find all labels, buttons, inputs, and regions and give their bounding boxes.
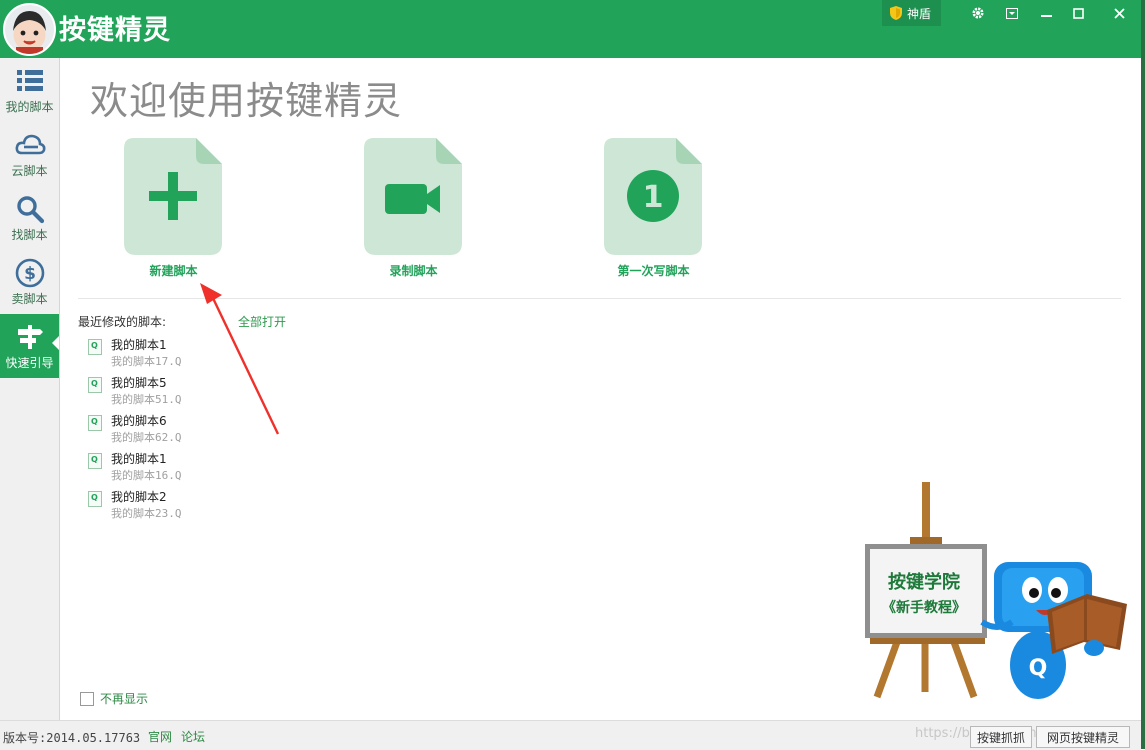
shield-label: 神盾 xyxy=(907,6,932,21)
cloud-icon xyxy=(15,134,45,155)
record-script-card[interactable]: 录制脚本 xyxy=(360,138,540,288)
script-filename: 我的脚本17.Q xyxy=(111,355,182,368)
number-one-icon: 1 xyxy=(627,170,679,222)
annotation-arrow xyxy=(200,283,280,435)
sidebar-item-label: 卖脚本 xyxy=(11,292,48,306)
card-label: 录制脚本 xyxy=(389,264,438,278)
script-name: 我的脚本1 xyxy=(111,452,167,466)
title-bar: 按键精灵 神盾 xyxy=(0,0,1141,58)
maximize-button[interactable] xyxy=(1063,0,1093,26)
close-button[interactable] xyxy=(1104,0,1134,26)
settings-button[interactable] xyxy=(963,0,993,26)
sidebar-item-quick-guide[interactable]: 快速引导 xyxy=(0,314,59,378)
search-icon xyxy=(16,196,44,224)
active-indicator xyxy=(52,336,59,350)
document-icon: 1 xyxy=(604,138,702,255)
script-file-icon: Q xyxy=(88,453,102,469)
shield-button[interactable]: 神盾 xyxy=(882,0,942,26)
new-script-card[interactable]: 新建脚本 xyxy=(120,138,300,288)
close-icon xyxy=(1113,7,1125,19)
list-icon xyxy=(16,70,43,91)
script-filename: 我的脚本16.Q xyxy=(111,469,182,482)
svg-text:$: $ xyxy=(24,264,36,284)
dont-show-checkbox[interactable] xyxy=(80,691,94,706)
script-filename: 我的脚本62.Q xyxy=(111,431,182,444)
sidebar-item-find-scripts[interactable]: 找脚本 xyxy=(0,186,59,250)
card-label: 第一次写脚本 xyxy=(617,264,690,278)
script-file-icon: Q xyxy=(88,339,102,355)
user-avatar[interactable] xyxy=(3,3,56,56)
academy-subtitle: 《新手教程》 xyxy=(882,599,966,616)
sidebar-item-label: 快速引导 xyxy=(5,356,54,370)
script-file-icon: Q xyxy=(88,415,102,431)
dont-show-again[interactable]: 不再显示 xyxy=(80,690,148,707)
document-icon xyxy=(364,138,462,255)
dont-show-label: 不再显示 xyxy=(100,692,149,706)
first-script-card[interactable]: 1 第一次写脚本 xyxy=(600,138,780,288)
sidebar-item-label: 找脚本 xyxy=(11,228,48,242)
script-file-icon: Q xyxy=(88,377,102,393)
sidebar-item-my-scripts[interactable]: 我的脚本 xyxy=(0,58,59,122)
script-name: 我的脚本1 xyxy=(111,338,167,352)
gear-icon xyxy=(972,7,984,19)
web-macro-button[interactable]: 网页按键精灵 xyxy=(1036,726,1130,748)
key-capture-button[interactable]: 按键抓抓 xyxy=(970,726,1032,748)
academy-title: 按键学院 xyxy=(888,571,960,593)
shield-icon xyxy=(890,6,902,20)
app-title: 按键精灵 xyxy=(59,15,171,46)
script-file-icon: Q xyxy=(88,491,102,507)
dropdown-menu-icon xyxy=(1006,7,1018,19)
minimize-icon xyxy=(1040,14,1052,17)
svg-text:1: 1 xyxy=(643,180,664,215)
status-bar: 版本号:2014.05.17763 官网 论坛 https://blog.csd… xyxy=(0,720,1141,750)
window-edge xyxy=(1141,0,1145,749)
document-icon xyxy=(124,138,222,255)
recent-scripts-title: 最近修改的脚本: xyxy=(78,315,167,329)
dollar-icon: $ xyxy=(15,258,44,288)
official-site-link[interactable]: 官网 xyxy=(148,728,172,745)
sidebar-item-sell-scripts[interactable]: $ 卖脚本 xyxy=(0,250,59,314)
menu-button[interactable] xyxy=(997,0,1027,26)
version-label: 版本号:2014.05.17763 xyxy=(3,731,141,745)
signpost-icon xyxy=(17,325,43,349)
sidebar-item-label: 云脚本 xyxy=(11,164,48,178)
forum-link[interactable]: 论坛 xyxy=(181,728,205,745)
mascot-letter: Q xyxy=(1029,656,1048,681)
card-label: 新建脚本 xyxy=(149,264,198,278)
sidebar: 我的脚本 云脚本 找脚本 $ 卖脚本 快速引导 xyxy=(0,58,60,720)
sidebar-item-label: 我的脚本 xyxy=(5,100,54,114)
script-name: 我的脚本5 xyxy=(111,376,167,390)
script-filename: 我的脚本23.Q xyxy=(111,507,182,520)
minimize-button[interactable] xyxy=(1031,0,1061,26)
welcome-heading: 欢迎使用按键精灵 xyxy=(90,79,403,123)
script-name: 我的脚本2 xyxy=(111,490,167,504)
maximize-icon xyxy=(1072,7,1084,19)
academy-illustration[interactable]: 按键学院 《新手教程》 Q xyxy=(862,482,1137,702)
script-filename: 我的脚本51.Q xyxy=(111,393,182,406)
sidebar-item-cloud-scripts[interactable]: 云脚本 xyxy=(0,122,59,186)
script-name: 我的脚本6 xyxy=(111,414,167,428)
